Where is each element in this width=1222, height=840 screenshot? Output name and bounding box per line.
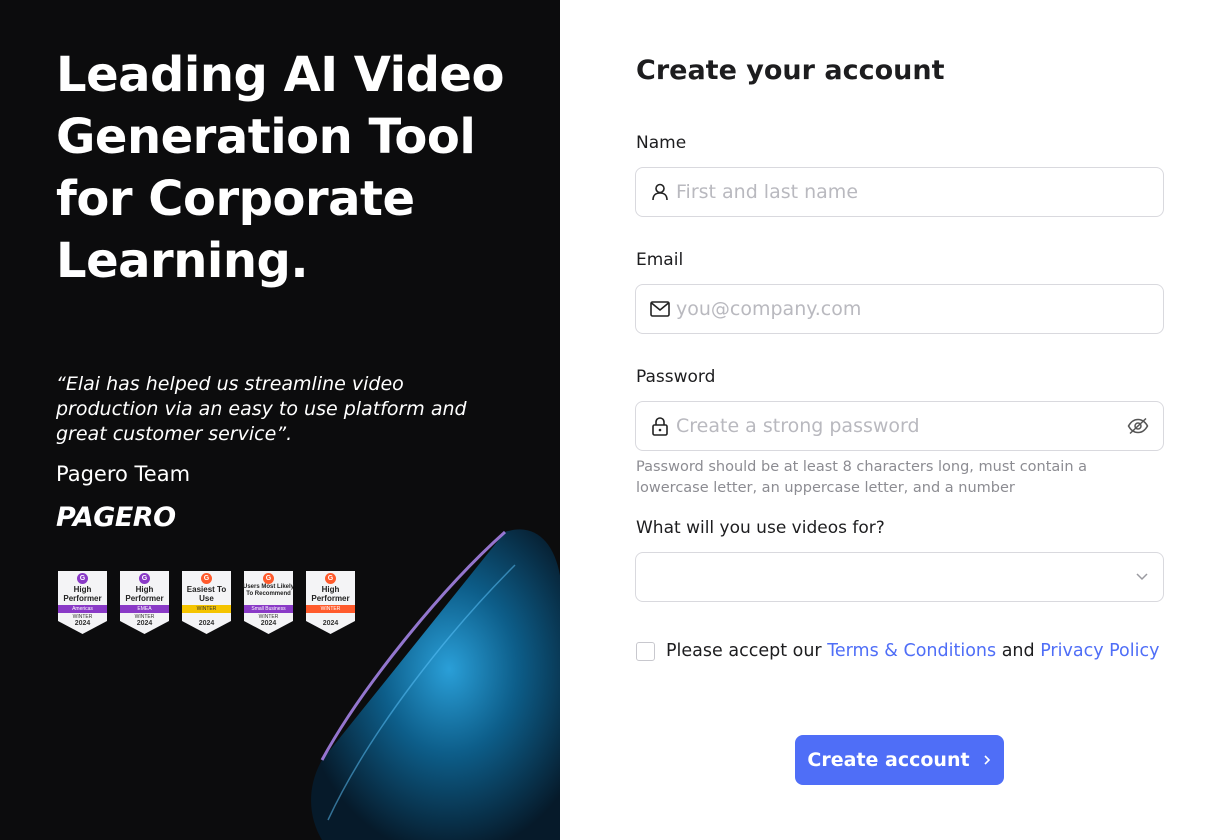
name-input[interactable] [676, 168, 1163, 216]
terms-text: Please accept our Terms & Conditions and… [666, 641, 1159, 661]
terms-prefix: Please accept our [666, 641, 828, 661]
g2-badge: G Easiest To Use WINTER 2024 [180, 571, 233, 635]
testimonial-author: Pagero Team [56, 462, 191, 486]
badge-strip: Americas [58, 605, 107, 613]
hero-panel: Leading AI Video Generation Tool for Cor… [0, 0, 560, 840]
badge-strip: EMEA [120, 605, 169, 613]
create-account-label: Create account [807, 749, 970, 771]
g2-logo-icon: G [139, 573, 150, 584]
mail-icon [636, 301, 676, 317]
name-label: Name [636, 133, 687, 153]
chevron-right-icon [982, 749, 992, 771]
g2-badge: G High Performer Americas WINTER 2024 [56, 571, 109, 635]
terms-and: and [996, 641, 1041, 661]
g2-badge: G Users Most Likely To Recommend Small B… [242, 571, 295, 635]
testimonial-quote: “Elai has helped us streamline video pro… [56, 373, 467, 445]
user-icon [636, 183, 676, 201]
g2-logo-icon: G [77, 573, 88, 584]
terms-checkbox[interactable] [636, 641, 655, 661]
email-label: Email [636, 250, 684, 270]
badge-title: High Performer [63, 585, 102, 603]
badge-year: 2024 [198, 620, 215, 627]
g2-logo-icon: G [263, 573, 274, 584]
badge-title: Easiest To Use [186, 585, 227, 603]
use-select[interactable] [635, 552, 1164, 602]
password-hint: Password should be at least 8 characters… [636, 459, 1088, 496]
terms-row: Please accept our Terms & Conditions and… [636, 641, 1159, 661]
create-account-button[interactable]: Create account [795, 735, 1004, 785]
hero-headline: Leading AI Video Generation Tool for Cor… [56, 47, 504, 289]
email-field-wrapper [635, 284, 1164, 334]
use-label: What will you use videos for? [636, 518, 885, 538]
badge-title: Users Most Likely To Recommend [242, 584, 295, 597]
g2-logo-icon: G [201, 573, 212, 584]
badge-year: 2024 [260, 620, 277, 627]
lock-icon [636, 416, 676, 436]
email-input[interactable] [676, 285, 1163, 333]
badge-year: 2024 [136, 620, 153, 627]
badge-strip: Small Business [244, 605, 293, 613]
pagero-logo: PAGERO [56, 502, 176, 533]
name-field-wrapper [635, 167, 1164, 217]
g2-badge: G High Performer EMEA WINTER 2024 [118, 571, 171, 635]
password-input[interactable] [676, 402, 1113, 450]
form-title: Create your account [636, 55, 945, 86]
decorative-glass-shape [311, 529, 560, 840]
eye-off-icon[interactable] [1113, 417, 1163, 435]
badge-title: High Performer [125, 585, 164, 603]
chevron-down-icon [1135, 569, 1149, 588]
badge-strip: WINTER [182, 605, 231, 613]
privacy-link[interactable]: Privacy Policy [1040, 641, 1159, 661]
terms-link[interactable]: Terms & Conditions [827, 641, 996, 661]
password-label: Password [636, 367, 716, 387]
badge-year: 2024 [74, 620, 91, 627]
password-field-wrapper [635, 401, 1164, 451]
